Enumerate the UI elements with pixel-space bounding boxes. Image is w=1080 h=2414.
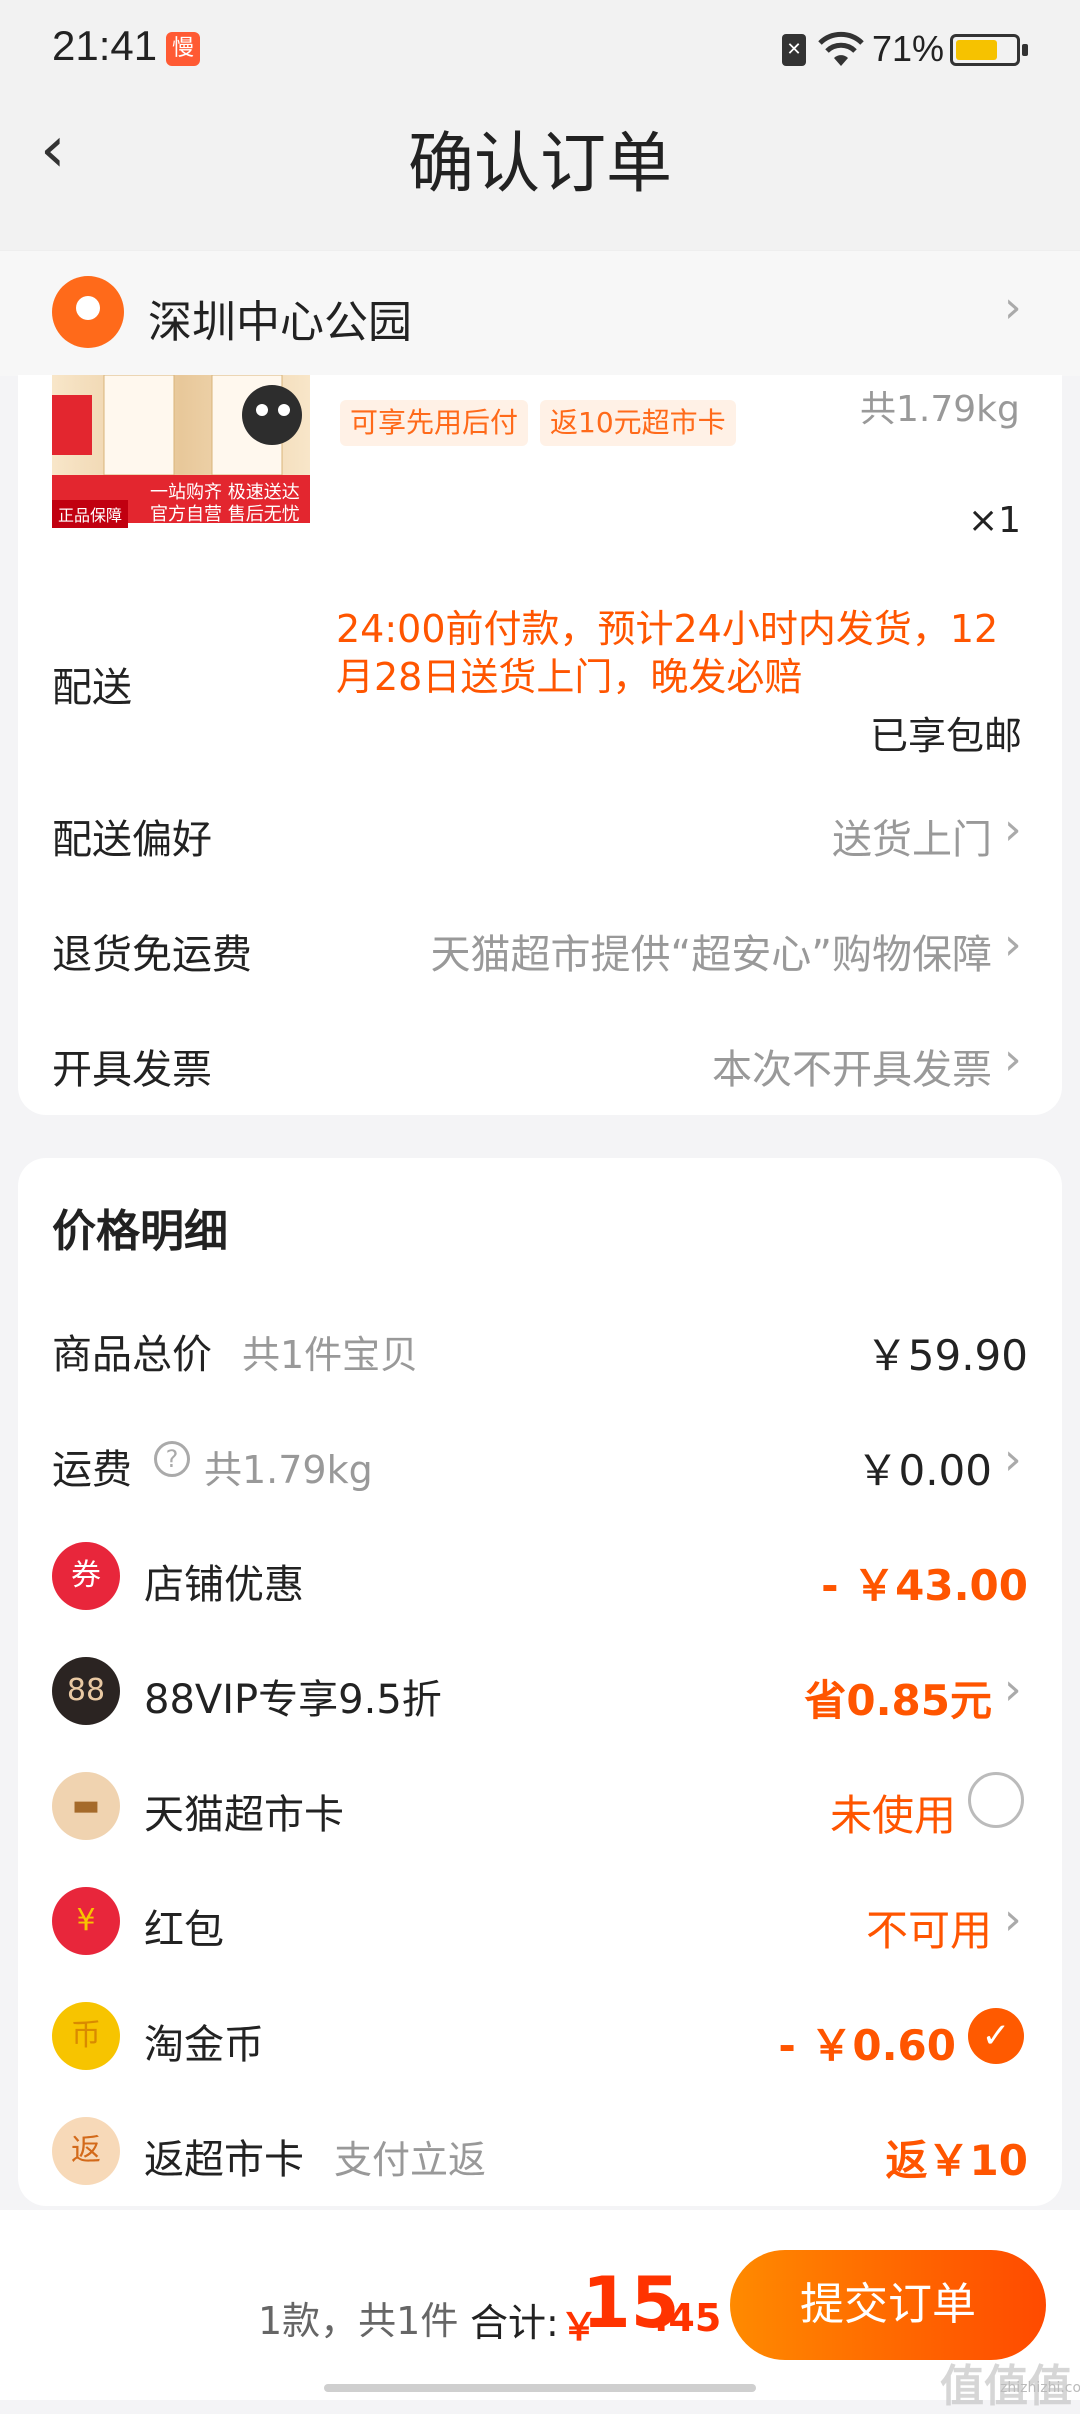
status-time: 21:41 [52,22,158,69]
product-image-art [52,375,302,475]
option-return-label[interactable]: 退货免运费 [52,922,252,980]
option-invoice-label[interactable]: 开具发票 [52,1037,212,1095]
battery-icon [950,34,1020,66]
price-detail-title: 价格明细 [52,1206,228,1257]
free-shipping: 已享包邮 [870,714,1023,758]
watermark-sub: zhizhizhi.com [1000,2380,1080,2396]
supermarket-card-label: 天猫超市卡 [144,1792,344,1838]
store-discount-value: - ￥43.00 [821,1561,1028,1610]
product-slogan-2: 官方自营 售后无忧 [150,504,300,525]
wifi-icon [818,31,864,66]
location-pin-dot [76,296,100,320]
vip-discount-value[interactable]: 省0.85元 [804,1667,992,1728]
supermarket-card-radio[interactable] [968,1772,1024,1828]
delivery-label: 配送 [52,665,132,711]
rebate-icon: 返 [52,2117,120,2185]
gold-coin-label: 淘金币 [144,2022,264,2068]
rebate-sub: 支付立返 [334,2138,487,2182]
option-invoice-value[interactable]: 本次不开具发票 [712,1037,992,1095]
tag-pay-later: 可享先用后付 [340,400,529,446]
battery-percent: 71% [872,28,945,69]
supermarket-card-value[interactable]: 未使用 [830,1782,956,1843]
delivery-description: 24:00前付款，预计24小时内发货，12月28日送货上门，晚发必赔 [336,607,999,699]
chevron-right-icon: › [1004,1034,1022,1085]
rebate-value: 返￥10 [885,2136,1028,2185]
gold-coin-check-icon[interactable]: ✓ [968,2008,1024,2064]
address-text: 深圳中心公园 [148,297,412,348]
red-packet-icon: ¥ [52,1887,120,1955]
page-title: 确认订单 [408,125,672,202]
option-delivery-pref-label[interactable]: 配送偏好 [52,807,212,865]
vip88-icon: 88 [52,1657,120,1725]
coupon-icon: 券 [52,1542,120,1610]
battery-tip [1022,44,1028,56]
chevron-right-icon: › [1004,1664,1022,1715]
freight-amount[interactable]: ￥0.00 [856,1437,992,1498]
chevron-right-icon: › [1004,804,1022,855]
home-indicator[interactable] [324,2384,756,2392]
total-decimal: .45 [654,2296,722,2340]
product-quantity[interactable]: ×1 [968,500,1021,541]
submit-order-button[interactable]: 提交订单 [730,2250,1046,2360]
app-notification-icon: 慢 [166,32,200,66]
red-packet-value[interactable]: 不可用 [866,1897,992,1958]
freight-sub: 共1.79kg [204,1448,373,1492]
option-return-value[interactable]: 天猫超市提供“超安心”购物保障 [431,922,992,980]
vip-discount-label: 88VIP专享9.5折 [144,1677,442,1723]
tag-rebate: 返10元超市卡 [540,400,736,446]
goods-total-amount: ￥59.90 [865,1331,1028,1380]
gold-coin-icon: 币 [52,2002,120,2070]
store-discount-label: 店铺优惠 [144,1562,304,1608]
rebate-label: 返超市卡 [144,2137,304,2183]
red-packet-label: 红包 [144,1907,224,1953]
chevron-right-icon: › [1004,919,1022,970]
battery-level [956,40,997,60]
authentic-tag: 正品保障 [52,500,129,528]
item-count: 1款，共1件 [258,2299,459,2343]
goods-total-label: 商品总价 [52,1332,212,1378]
product-weight: 共1.79kg [860,389,1020,430]
gold-coin-value: - ￥0.60 [778,2021,956,2070]
chevron-right-icon: › [1004,1434,1022,1485]
option-delivery-pref-value[interactable]: 送货上门 [832,807,992,865]
card-icon: ▬ [52,1772,120,1840]
chevron-right-icon: › [1004,282,1022,333]
total-label: 合计: [470,2301,559,2345]
no-sim-icon: ✕ [782,34,806,66]
freight-label: 运费 [52,1447,132,1493]
chevron-right-icon: › [1004,1894,1022,1945]
help-circle-icon[interactable]: ? [154,1441,190,1477]
goods-total-sub: 共1件宝贝 [242,1333,419,1377]
